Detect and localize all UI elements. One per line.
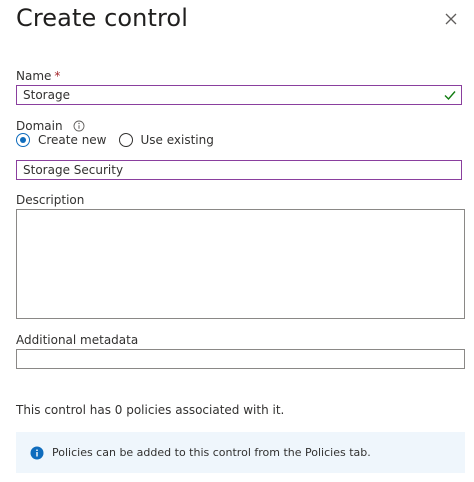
domain-label: Domain	[16, 119, 85, 133]
name-field-value: Storage	[23, 88, 70, 102]
close-icon	[445, 13, 457, 25]
description-textarea[interactable]	[16, 209, 465, 319]
domain-radio-group: Create new Use existing	[16, 133, 214, 147]
radio-create-new-label: Create new	[38, 133, 107, 147]
domain-name-field[interactable]: Storage Security	[16, 160, 462, 180]
name-label-text: Name	[16, 69, 52, 83]
radio-create-new[interactable]: Create new	[16, 133, 107, 147]
info-banner: Policies can be added to this control fr…	[16, 432, 465, 473]
metadata-label: Additional metadata	[16, 333, 139, 347]
info-filled-icon	[30, 446, 44, 460]
name-label: Name *	[16, 69, 60, 83]
radio-selected-icon	[16, 133, 30, 147]
info-icon[interactable]	[73, 120, 85, 132]
domain-name-value: Storage Security	[23, 163, 124, 177]
policies-summary: This control has 0 policies associated w…	[16, 403, 285, 417]
radio-unselected-icon	[118, 133, 133, 147]
info-banner-text: Policies can be added to this control fr…	[52, 446, 371, 459]
metadata-field[interactable]	[16, 349, 465, 369]
domain-label-text: Domain	[16, 119, 63, 133]
name-field[interactable]: Storage	[16, 85, 462, 105]
required-asterisk: *	[54, 69, 61, 83]
close-button[interactable]	[440, 8, 462, 30]
description-label: Description	[16, 193, 85, 207]
checkmark-icon	[443, 88, 457, 105]
radio-use-existing[interactable]: Use existing	[118, 133, 214, 147]
radio-use-existing-label: Use existing	[140, 133, 214, 147]
page-title: Create control	[16, 4, 188, 32]
